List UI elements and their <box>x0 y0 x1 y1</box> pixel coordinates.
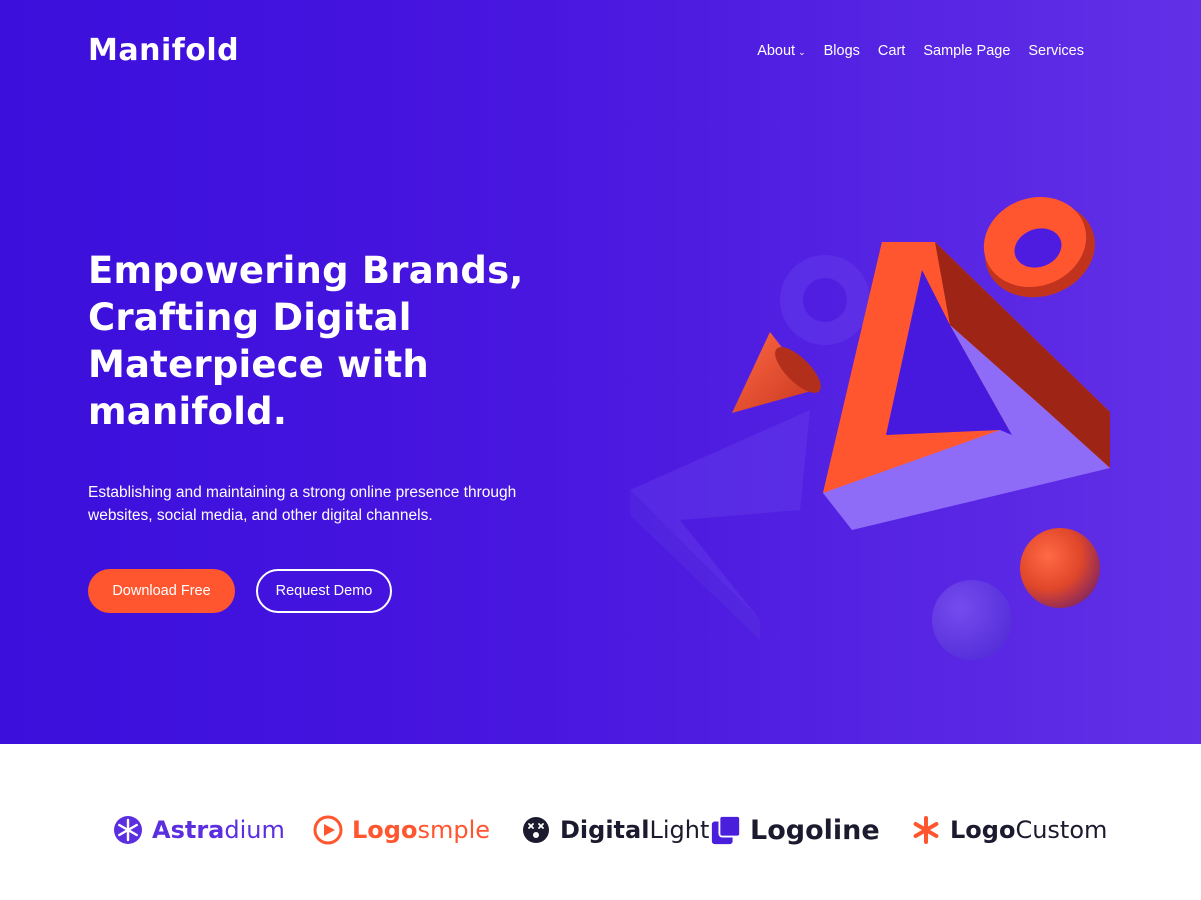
request-demo-button[interactable]: Request Demo <box>256 569 392 613</box>
nav-item-about[interactable]: About ⌄ <box>757 43 805 59</box>
nav-item-services[interactable]: Services <box>1028 43 1084 59</box>
brand-astradium[interactable]: Astradium <box>112 810 285 850</box>
brand-digitallight[interactable]: DigitalLight <box>520 810 709 850</box>
face-icon <box>520 814 552 846</box>
brand-name-light: smple <box>417 816 491 844</box>
download-free-button[interactable]: Download Free <box>88 569 235 613</box>
nav-label-about: About <box>757 43 796 59</box>
nav-item-blogs[interactable]: Blogs <box>824 43 860 59</box>
hero-3d-illustration <box>630 196 1110 660</box>
snowflake-icon <box>112 814 144 846</box>
stacked-squares-icon <box>710 814 742 846</box>
hero-subtext: Establishing and maintaining a strong on… <box>88 484 517 524</box>
nav-item-sample-page[interactable]: Sample Page <box>923 43 1010 59</box>
faded-ring-shape <box>780 255 870 345</box>
hero-headline: Empowering Brands, Crafting Digital Mate… <box>88 249 524 433</box>
brand-name-light: Light <box>649 816 710 844</box>
brand-logos-section: Astradium Logosmple DigitalLight Logolin… <box>0 744 1201 900</box>
brand-name-bold: Digital <box>560 816 650 844</box>
site-logo[interactable]: Manifold <box>88 33 239 68</box>
brand-name-light: dium <box>224 816 285 844</box>
brand-name-bold: Astra <box>152 816 225 844</box>
brand-name-bold: Logo <box>950 816 1016 844</box>
play-circle-icon <box>312 814 344 846</box>
chevron-down-icon: ⌄ <box>798 46 806 57</box>
hero-section: Manifold About ⌄ Blogs Cart Sample Page … <box>0 0 1201 744</box>
brand-name-bold: Logo <box>352 816 418 844</box>
faded-triangle-shape <box>630 410 810 640</box>
main-nav: About ⌄ Blogs Cart Sample Page Services <box>757 43 1084 59</box>
purple-sphere-shape <box>932 580 1012 660</box>
brand-logosmple[interactable]: Logosmple <box>312 810 490 850</box>
nav-item-cart[interactable]: Cart <box>878 43 905 59</box>
asterisk-icon <box>910 814 942 846</box>
brand-logocustom[interactable]: LogoCustom <box>910 810 1107 850</box>
torus-shape <box>983 196 1095 298</box>
cone-shape <box>732 332 821 413</box>
brand-logoline[interactable]: Logoline <box>710 810 880 850</box>
brand-name-light: Custom <box>1015 816 1108 844</box>
brand-name-bold: Logoline <box>750 814 880 846</box>
orange-sphere-shape <box>1020 528 1100 608</box>
